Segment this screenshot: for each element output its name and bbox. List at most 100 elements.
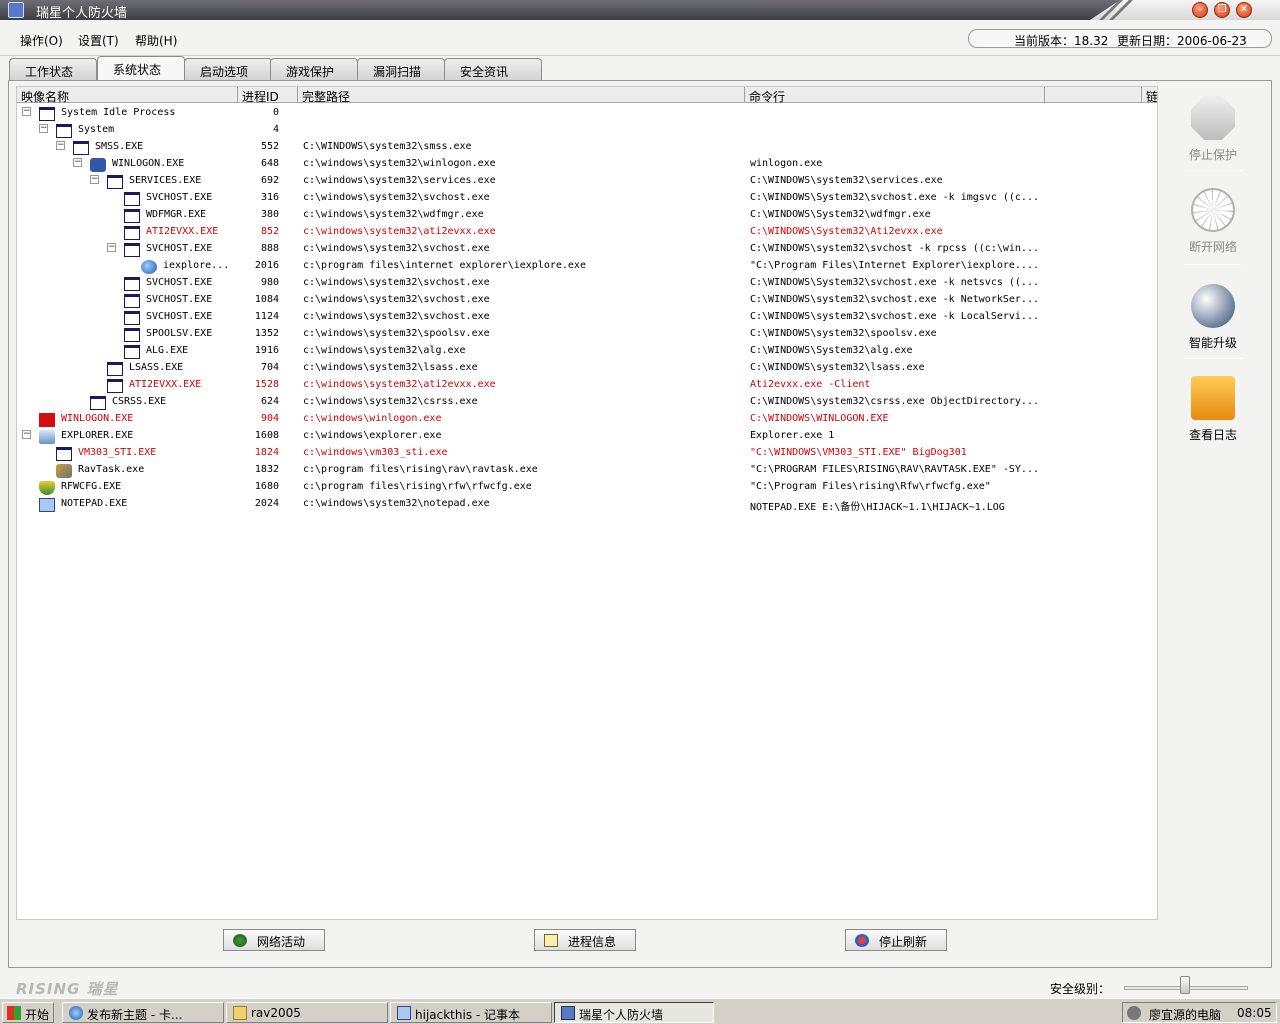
clock[interactable]: 08:05 [1237, 1006, 1272, 1020]
grid-header: 映像名称 进程ID 完整路径 命令行 链 [17, 87, 1157, 105]
table-row[interactable]: SVCHOST.EXE 980 c:\windows\system32\svchos… [17, 274, 1157, 291]
table-row[interactable]: − SMSS.EXE 552 C:\WINDOWS\system32\smss.exe [17, 138, 1157, 155]
tab-startup-options[interactable]: 启动选项 [184, 58, 272, 80]
sidebar-divider [1184, 358, 1242, 359]
table-row[interactable]: NOTEPAD.EXE 2024 c:\windows\system32\notep… [17, 495, 1157, 513]
menu-operation[interactable]: 操作(O) [20, 32, 63, 49]
process-command-line: C:\WINDOWS\System32\Ati2evxx.exe [750, 226, 943, 237]
tab-system-status[interactable]: 系统状态 [97, 56, 185, 80]
process-command-line: C:\WINDOWS\system32\lsass.exe [750, 362, 925, 373]
col-command-line[interactable]: 命令行 [749, 88, 785, 105]
table-row[interactable]: iexplore... 2016 c:\program files\internet… [17, 257, 1157, 274]
table-row[interactable]: RFWCFG.EXE 1680 c:\program files\rising\rf… [17, 478, 1157, 495]
stop-sign-icon [1191, 96, 1235, 140]
process-name: SVCHOST.EXE [146, 243, 213, 254]
tree-collapse-icon[interactable]: − [107, 243, 116, 252]
process-icon [73, 141, 89, 155]
process-icon [124, 328, 140, 342]
taskbar-item-notepad[interactable]: hijackthis - 记事本 [390, 1002, 552, 1023]
table-row[interactable]: SPOOLSV.EXE 1352 c:\windows\system32\spool… [17, 325, 1157, 342]
table-row[interactable]: − System 4 [17, 121, 1157, 138]
process-icon [124, 209, 140, 223]
start-button[interactable]: 开始 [2, 1002, 54, 1023]
menu-settings[interactable]: 设置(T) [78, 32, 119, 49]
taskbar-item-firewall[interactable]: 瑞星个人防火墙 [554, 1002, 714, 1023]
table-row[interactable]: − EXPLORER.EXE 1608 c:\windows\explorer.exe… [17, 427, 1157, 444]
taskbar-item-browser[interactable]: 发布新主题 - 卡... [62, 1002, 224, 1023]
process-path: c:\windows\system32\wdfmgr.exe [303, 209, 484, 220]
table-row[interactable]: LSASS.EXE 704 c:\windows\system32\lsass.ex… [17, 359, 1157, 376]
table-row[interactable]: ATI2EVXX.EXE 852 c:\windows\system32\ati2e… [17, 223, 1157, 240]
col-full-path[interactable]: 完整路径 [302, 88, 350, 105]
table-row[interactable]: SVCHOST.EXE 316 c:\windows\system32\svchos… [17, 189, 1157, 206]
table-row[interactable]: WINLOGON.EXE 904 c:\windows\winlogon.exe C:… [17, 410, 1157, 427]
tab-vulnerability-scan[interactable]: 漏洞扫描 [357, 58, 445, 80]
table-row[interactable]: WDFMGR.EXE 380 c:\windows\system32\wdfmgr.… [17, 206, 1157, 223]
process-id: 2024 [254, 498, 279, 509]
column-divider[interactable] [1141, 87, 1142, 102]
security-level-slider-thumb[interactable] [1180, 976, 1190, 994]
taskbar-item-rav2005[interactable]: rav2005 [226, 1002, 388, 1023]
process-id: 1528 [254, 379, 279, 390]
table-row[interactable]: − System Idle Process 0 [17, 104, 1157, 121]
tree-collapse-icon[interactable]: − [22, 107, 31, 116]
tree-collapse-icon[interactable]: − [22, 430, 31, 439]
process-path: c:\windows\system32\svchost.exe [303, 294, 490, 305]
tray-app-icon[interactable] [1127, 1006, 1141, 1020]
process-tree-grid[interactable]: 映像名称 进程ID 完整路径 命令行 链 − System Idle Proces… [16, 86, 1158, 920]
restore-icon[interactable]: ❐ [1214, 2, 1230, 18]
column-divider[interactable] [237, 87, 238, 102]
title-bar: 瑞星个人防火墙 – ❐ ✕ [0, 0, 1280, 22]
column-divider[interactable] [297, 87, 298, 102]
column-divider[interactable] [1044, 87, 1045, 102]
process-id: 1916 [254, 345, 279, 356]
close-icon[interactable]: ✕ [1236, 2, 1252, 18]
process-command-line: C:\WINDOWS\system32\svchost.exe -k Local… [750, 311, 1039, 322]
process-name: VM303_STI.EXE [78, 447, 157, 458]
table-row[interactable]: VM303_STI.EXE 1824 c:\windows\vm303_sti.ex… [17, 444, 1157, 461]
tab-security-news[interactable]: 安全资讯 [444, 58, 542, 80]
process-name: SVCHOST.EXE [146, 311, 213, 322]
stop-refresh-button[interactable]: 停止刷新 [845, 929, 947, 951]
smart-upgrade-button[interactable]: 智能升级 [1176, 284, 1250, 351]
process-icon [124, 192, 140, 206]
col-image-name[interactable]: 映像名称 [21, 88, 69, 105]
process-path: c:\windows\system32\notepad.exe [303, 498, 490, 509]
tree-collapse-icon[interactable]: − [90, 175, 99, 184]
process-path: c:\windows\system32\lsass.exe [303, 362, 478, 373]
tree-collapse-icon[interactable]: − [56, 141, 65, 150]
notepad-icon [397, 1006, 411, 1020]
process-name: SVCHOST.EXE [146, 192, 213, 203]
table-row[interactable]: ATI2EVXX.EXE 1528 c:\windows\system32\ati2… [17, 376, 1157, 393]
table-row[interactable]: − SVCHOST.EXE 888 c:\windows\system32\svcho… [17, 240, 1157, 257]
process-path: c:\windows\explorer.exe [303, 430, 442, 441]
process-icon [39, 498, 55, 512]
col-link[interactable]: 链 [1146, 88, 1157, 105]
minimize-icon[interactable]: – [1192, 2, 1208, 18]
view-log-button[interactable]: 查看日志 [1176, 376, 1250, 443]
tab-game-protection[interactable]: 游戏保护 [270, 58, 358, 80]
stop-protection-button[interactable]: 停止保护 [1176, 96, 1250, 163]
table-row[interactable]: CSRSS.EXE 624 c:\windows\system32\csrss.ex… [17, 393, 1157, 410]
disconnect-network-button[interactable]: 断开网络 [1176, 188, 1250, 255]
process-name: WINLOGON.EXE [61, 413, 134, 424]
table-row[interactable]: SVCHOST.EXE 1084 c:\windows\system32\svcho… [17, 291, 1157, 308]
process-info-button[interactable]: 进程信息 [534, 929, 636, 951]
table-row[interactable]: ALG.EXE 1916 c:\windows\system32\alg.exe C:… [17, 342, 1157, 359]
menu-help[interactable]: 帮助(H) [135, 32, 177, 49]
tree-collapse-icon[interactable]: − [73, 158, 82, 167]
process-command-line: "C:\WINDOWS\VM303_STI.EXE" BigDog301 [750, 447, 967, 458]
table-row[interactable]: RavTask.exe 1832 c:\program files\rising\r… [17, 461, 1157, 478]
process-command-line: winlogon.exe [750, 158, 823, 169]
col-pid[interactable]: 进程ID [242, 88, 279, 105]
process-path: c:\windows\system32\csrss.exe [303, 396, 478, 407]
taskbar: 开始 发布新主题 - 卡... rav2005 hijackthis - 记事本… [0, 998, 1280, 1024]
table-row[interactable]: − SERVICES.EXE 692 c:\windows\system32\serv… [17, 172, 1157, 189]
tab-work-status[interactable]: 工作状态 [9, 58, 97, 80]
process-name: CSRSS.EXE [112, 396, 167, 407]
column-divider[interactable] [744, 87, 745, 102]
table-row[interactable]: − WINLOGON.EXE 648 c:\windows\system32\winl… [17, 155, 1157, 172]
network-activity-button[interactable]: 网络活动 [223, 929, 325, 951]
table-row[interactable]: SVCHOST.EXE 1124 c:\windows\system32\svcho… [17, 308, 1157, 325]
tree-collapse-icon[interactable]: − [39, 124, 48, 133]
